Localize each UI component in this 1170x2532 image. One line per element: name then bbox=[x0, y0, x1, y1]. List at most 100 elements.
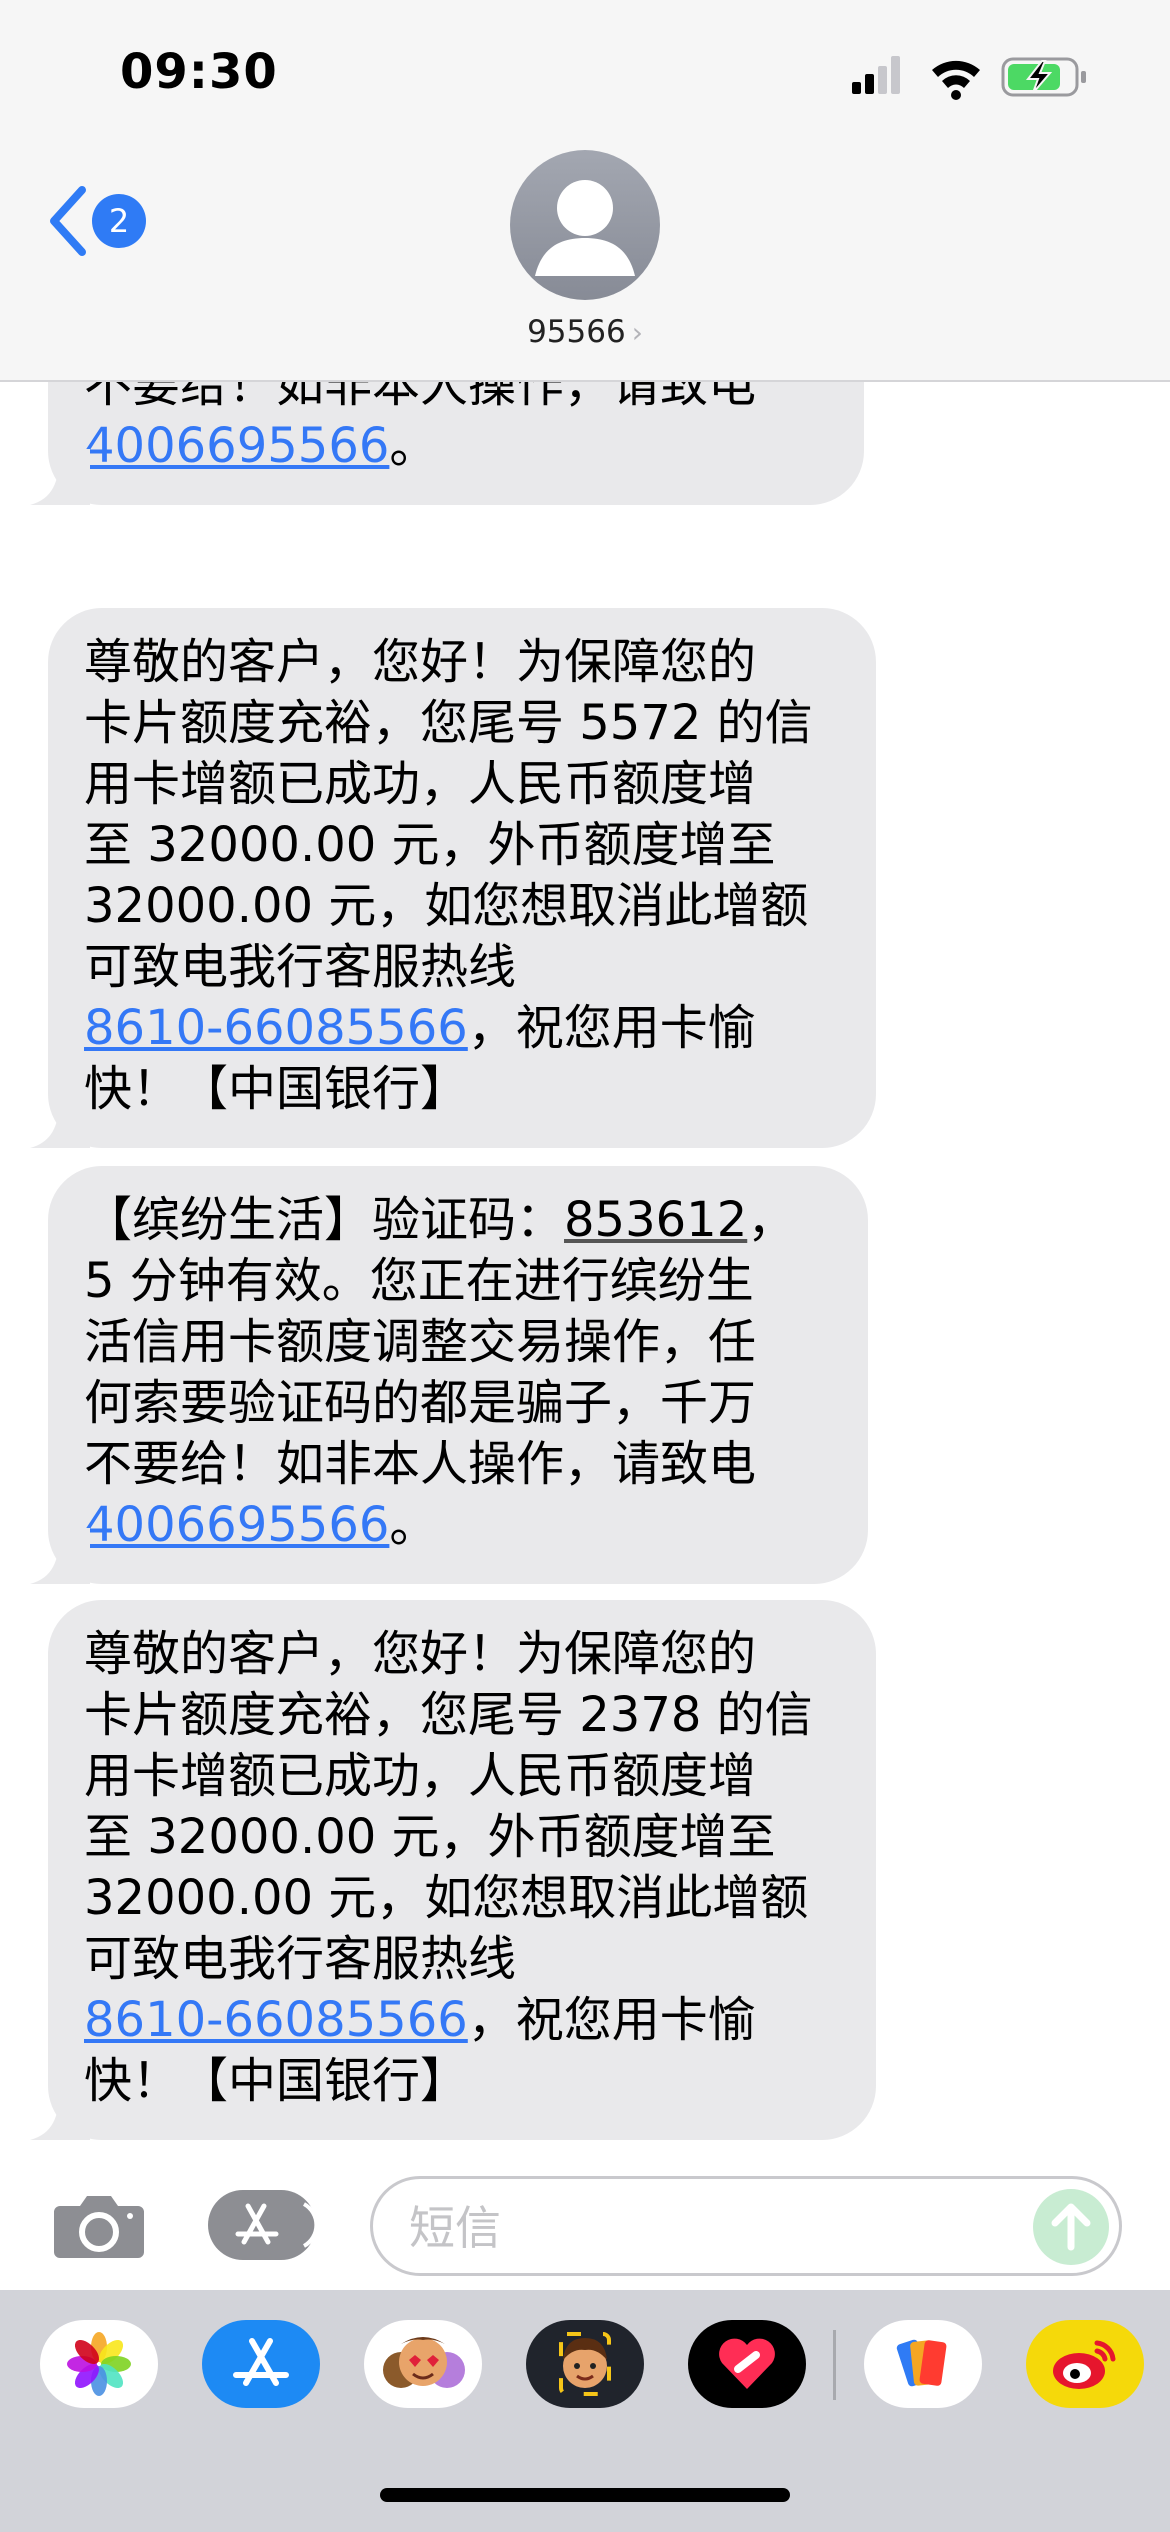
message-line: 尊敬的客户，您好！为保障您的 bbox=[84, 632, 840, 693]
app-store-icon bbox=[233, 2338, 289, 2386]
message-input-field[interactable] bbox=[370, 2176, 1122, 2276]
message-line: 用卡增额已成功，人民币额度增 bbox=[84, 1746, 840, 1807]
phone-link[interactable]: 8610-66085566 bbox=[84, 1992, 468, 2048]
message-bubble[interactable]: 尊敬的客户，您好！为保障您的 卡片额度充裕，您尾号 5572 的信 用卡增额已成功，… bbox=[48, 608, 876, 1148]
person-icon bbox=[535, 180, 635, 276]
message-line: 8610-66085566，祝您用卡愉 bbox=[84, 998, 840, 1059]
message-text: 用卡增额已成功，人民币额度增 bbox=[84, 756, 757, 812]
bubble-tail bbox=[30, 1528, 90, 1584]
photos-icon bbox=[67, 2332, 131, 2396]
message-line: 快！【中国银行】 bbox=[84, 2051, 840, 2112]
message-bubble[interactable]: 尊敬的客户，您好！为保障您的 卡片额度充裕，您尾号 2378 的信 用卡增额已成功，… bbox=[48, 1600, 876, 2140]
message-text: 32000.00 元，如您想取消此增额 bbox=[84, 1870, 809, 1926]
memoji-stickers-icon bbox=[383, 2337, 465, 2388]
message-text: 【缤纷生活】验证码： bbox=[84, 1192, 565, 1248]
photos-app[interactable] bbox=[40, 2320, 158, 2408]
wifi-icon bbox=[932, 60, 980, 100]
send-button[interactable] bbox=[1033, 2189, 1109, 2265]
weibo-app[interactable] bbox=[1026, 2320, 1144, 2408]
message-text: 。 bbox=[389, 418, 438, 474]
message-line: 尊敬的客户，您好！为保障您的 bbox=[84, 1624, 840, 1685]
drawer-divider bbox=[833, 2330, 836, 2400]
chevron-right-icon: › bbox=[631, 316, 643, 349]
message-line: 何索要验证码的都是骗子，千万 bbox=[84, 1373, 832, 1434]
memoji-app[interactable] bbox=[526, 2320, 644, 2408]
verification-code[interactable]: 853612 bbox=[564, 1192, 747, 1248]
contact-name[interactable]: 95566 › bbox=[0, 314, 1170, 350]
status-icons bbox=[852, 56, 1086, 100]
wallet-app[interactable] bbox=[864, 2320, 982, 2408]
message-text: 不要给！如非本人操作，请致电 bbox=[84, 1436, 757, 1492]
message-text: 何索要验证码的都是骗子，千万 bbox=[84, 1375, 757, 1431]
phone-link[interactable]: 8610-66085566 bbox=[84, 1000, 468, 1056]
message-line: 不要给！如非本人操作，请致电 bbox=[84, 1434, 832, 1495]
message-text: 快！【中国银行】 bbox=[84, 2053, 469, 2109]
message-line: 卡片额度充裕，您尾号 5572 的信 bbox=[84, 693, 840, 754]
message-line: 32000.00 元，如您想取消此增额 bbox=[84, 876, 840, 937]
message-line: 5 分钟有效。您正在进行缤纷生 bbox=[84, 1251, 832, 1312]
weibo-icon bbox=[1053, 2340, 1116, 2389]
message-line: 用卡增额已成功，人民币额度增 bbox=[84, 754, 840, 815]
message-line: 8610-66085566，祝您用卡愉 bbox=[84, 1990, 840, 2051]
message-line: 4006695566。 bbox=[84, 416, 828, 477]
message-thread[interactable]: 何索要验证码的都是骗子，千万不要给！如非本人操作，请致电4006695566。尊… bbox=[0, 380, 1170, 2150]
message-line: 可致电我行客服热线 bbox=[84, 937, 840, 998]
message-input[interactable] bbox=[407, 2197, 971, 2259]
message-line: 不要给！如非本人操作，请致电 bbox=[84, 380, 828, 416]
memoji-stickers-app[interactable] bbox=[364, 2320, 482, 2408]
home-indicator bbox=[380, 2488, 790, 2502]
message-text: 尊敬的客户，您好！为保障您的 bbox=[84, 634, 757, 690]
message-text: 卡片额度充裕，您尾号 2378 的信 bbox=[84, 1687, 813, 1743]
message-line: 可致电我行客服热线 bbox=[84, 1929, 840, 1990]
message-bubble[interactable]: 何索要验证码的都是骗子，千万不要给！如非本人操作，请致电4006695566。 bbox=[48, 380, 864, 505]
message-text: ， bbox=[747, 1192, 796, 1248]
cellular-signal-icon bbox=[852, 56, 900, 94]
digital-touch-app[interactable] bbox=[688, 2320, 806, 2408]
message-text: 卡片额度充裕，您尾号 5572 的信 bbox=[84, 695, 813, 751]
app-store-icon bbox=[235, 2202, 319, 2248]
message-text: 32000.00 元，如您想取消此增额 bbox=[84, 878, 809, 934]
message-text: 可致电我行客服热线 bbox=[84, 1931, 517, 1987]
contact-avatar[interactable] bbox=[510, 150, 660, 300]
bubble-tail bbox=[30, 1092, 90, 1148]
message-text: 可致电我行客服热线 bbox=[84, 939, 517, 995]
bubble-tail bbox=[30, 449, 90, 505]
message-text: 快！【中国银行】 bbox=[84, 1061, 469, 1117]
message-text: 至 32000.00 元，外币额度增至 bbox=[84, 817, 776, 873]
status-time: 09:30 bbox=[120, 44, 278, 100]
bubble-tail bbox=[30, 2084, 90, 2140]
app-store-app[interactable] bbox=[202, 2320, 320, 2408]
navigation-header: 09:30 2 95566 › bbox=[0, 0, 1170, 382]
message-text: 活信用卡额度调整交易操作，任 bbox=[84, 1314, 757, 1370]
app-store-button[interactable] bbox=[208, 2190, 319, 2260]
message-line: 32000.00 元，如您想取消此增额 bbox=[84, 1868, 840, 1929]
phone-link[interactable]: 4006695566 bbox=[84, 418, 389, 474]
back-button[interactable]: 2 bbox=[46, 180, 156, 266]
message-line: 【缤纷生活】验证码：853612， bbox=[84, 1190, 832, 1251]
message-line: 4006695566。 bbox=[84, 1495, 832, 1556]
memoji-icon bbox=[559, 2332, 611, 2396]
message-bubble[interactable]: 【缤纷生活】验证码：853612， 5 分钟有效。您正在进行缤纷生 活信用卡额度调整… bbox=[48, 1166, 868, 1584]
app-drawer bbox=[0, 2290, 1170, 2532]
message-line: 快！【中国银行】 bbox=[84, 1059, 840, 1120]
message-line: 至 32000.00 元，外币额度增至 bbox=[84, 815, 840, 876]
message-text: 5 分钟有效。您正在进行缤纷生 bbox=[84, 1253, 754, 1309]
battery-charging-icon bbox=[1001, 57, 1086, 97]
arrow-up-icon bbox=[1051, 2203, 1091, 2251]
message-text: 至 32000.00 元，外币额度增至 bbox=[84, 1809, 776, 1865]
contact-number: 95566 bbox=[527, 314, 626, 350]
message-text: ，祝您用卡愉 bbox=[467, 1000, 756, 1056]
message-line: 至 32000.00 元，外币额度增至 bbox=[84, 1807, 840, 1868]
message-line: 卡片额度充裕，您尾号 2378 的信 bbox=[84, 1685, 840, 1746]
wallet-app-icon bbox=[896, 2339, 947, 2387]
phone-link[interactable]: 4006695566 bbox=[84, 1497, 389, 1553]
message-text: 用卡增额已成功，人民币额度增 bbox=[84, 1748, 757, 1804]
message-line: 活信用卡额度调整交易操作，任 bbox=[84, 1312, 832, 1373]
message-text: ，祝您用卡愉 bbox=[467, 1992, 756, 2048]
message-text: 不要给！如非本人操作，请致电 bbox=[84, 380, 757, 413]
digital-touch-icon bbox=[719, 2338, 775, 2389]
camera-icon[interactable] bbox=[52, 2190, 146, 2260]
message-text: 。 bbox=[389, 1497, 438, 1553]
message-text: 尊敬的客户，您好！为保障您的 bbox=[84, 1626, 757, 1682]
chevron-left-icon bbox=[50, 186, 86, 256]
